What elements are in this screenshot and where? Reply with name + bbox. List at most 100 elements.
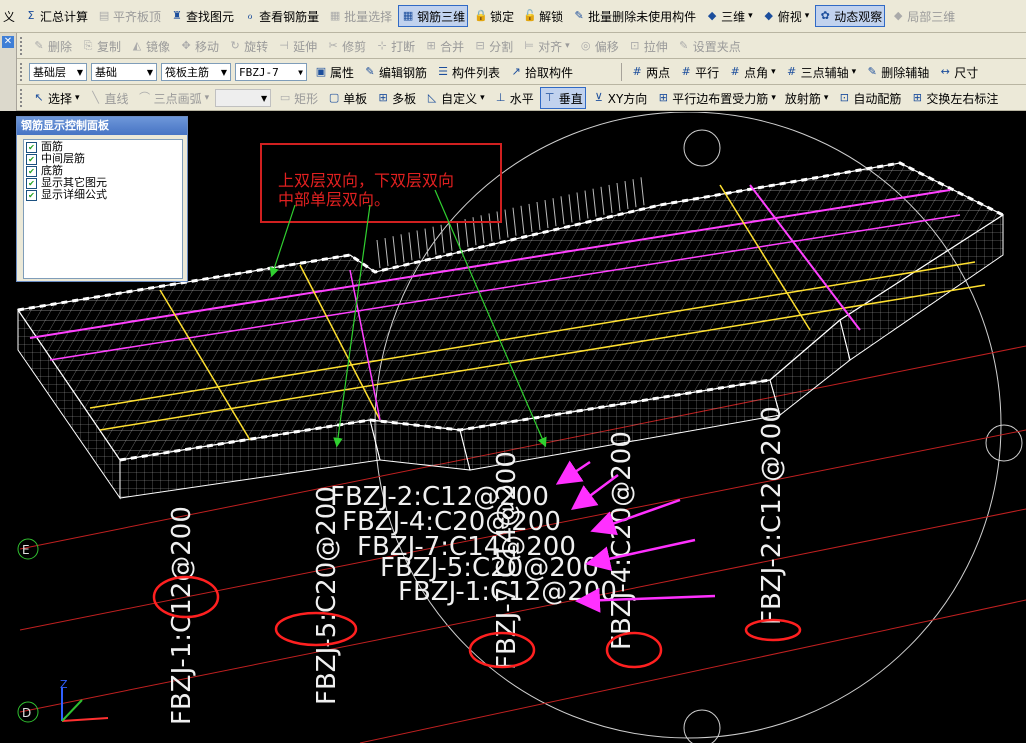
modify-button-3[interactable]: ✥ 移动: [176, 36, 222, 56]
modify-button-8[interactable]: ⊞ 合并: [421, 36, 467, 56]
main-button-12[interactable]: ✿ 动态观察: [815, 5, 886, 27]
modify-button-6[interactable]: ✂ 修剪: [323, 36, 369, 56]
draw-button-8[interactable]: ⊤ 垂直: [539, 87, 586, 109]
annotation-line-1: 上双层双向，下双层双向: [278, 171, 454, 190]
axis-button-2[interactable]: # 点角 ▾: [725, 62, 779, 82]
checkbox[interactable]: ✔: [26, 141, 37, 153]
main-button-3-icon: ♜: [172, 9, 182, 22]
main-button-2[interactable]: ▤ 平齐板顶: [94, 6, 164, 26]
floor-select[interactable]: 基础层 ▼: [29, 63, 87, 81]
main-button-3-label: 查找图元: [186, 9, 235, 24]
arc-mode-select[interactable]: ▼: [215, 89, 272, 107]
axis-button-4-icon: ✎: [867, 65, 877, 78]
draw-button-1[interactable]: ╲ 直线: [86, 88, 132, 108]
main-button-0[interactable]: 义: [0, 6, 18, 26]
draw-button-3[interactable]: ▭ 矩形: [275, 88, 321, 108]
toolbar-grip[interactable]: [20, 63, 25, 81]
main-button-4[interactable]: ℴ 查看钢筋量: [240, 6, 322, 26]
main-button-4-icon: ℴ: [247, 9, 253, 22]
draw-button-8-icon: ⊤: [544, 91, 555, 104]
main-button-13-label: 局部三维: [907, 9, 956, 24]
toolbar-grip[interactable]: [20, 89, 25, 107]
draw-button-2[interactable]: ⌒ 三点画弧 ▾: [135, 88, 213, 108]
draw-button-12[interactable]: ⊡ 自动配筋: [834, 88, 904, 108]
chevron-down-icon: ▾: [851, 67, 857, 77]
draw-button-11[interactable]: 放射筋 ▾: [782, 88, 832, 108]
axis-button-0-icon: #: [632, 65, 642, 78]
main-toolbar-row: 义 Σ 汇总计算 ▤ 平齐板顶 ♜ 查找图元 ℴ 查看钢筋量 ▦ 批量选择 ▦ 钢筋三维 🔒 锁定 🔓 解锁 ✎ 批…: [0, 5, 961, 27]
toolbar-grip[interactable]: [20, 37, 25, 55]
modify-button-3-label: 移动: [195, 39, 220, 54]
modify-button-7[interactable]: ⊹ 打断: [372, 36, 418, 56]
panel-option-label: 显示详细公式: [41, 188, 107, 201]
element-toolbar-row: 基础层 ▼ 基础 ▼ 筏板主筋 ▼ FBZJ-7 ▼ ▣ 属性 ✎ 编辑钢筋 ☰ 构件列表 ↗ 拾取构…: [18, 62, 984, 82]
main-button-7[interactable]: 🔒 锁定: [471, 6, 517, 26]
axis-button-0[interactable]: # 两点: [627, 62, 673, 82]
chevron-down-icon: ▾: [748, 11, 753, 21]
modify-button-9[interactable]: ⊟ 分割: [470, 36, 516, 56]
type-select[interactable]: 筏板主筋 ▼: [161, 63, 231, 81]
axis-button-3-label: 三点辅轴: [800, 65, 849, 80]
draw-button-5[interactable]: ⊞ 多板: [373, 88, 419, 108]
draw-button-7[interactable]: ⊥ 水平: [491, 88, 537, 108]
draw-button-9[interactable]: ⊻ XY方向: [589, 88, 651, 108]
element-button-1[interactable]: ✎ 编辑钢筋: [360, 62, 430, 82]
main-button-6[interactable]: ▦ 钢筋三维: [398, 5, 469, 27]
draw-button-10-label: 平行边布置受力筋: [672, 91, 769, 106]
main-button-1[interactable]: Σ 汇总计算: [21, 6, 91, 26]
draw-button-0[interactable]: ↖ 选择 ▾: [29, 88, 83, 108]
modify-button-12[interactable]: ⊡ 拉伸: [625, 36, 671, 56]
modify-button-1-label: 复制: [97, 39, 122, 54]
main-button-10[interactable]: ◆ 三维 ▾: [702, 6, 756, 26]
checkbox[interactable]: ✔: [26, 153, 37, 165]
modify-button-13[interactable]: ✎ 设置夹点: [674, 36, 744, 56]
element-select[interactable]: FBZJ-7 ▼: [235, 63, 307, 81]
main-button-3[interactable]: ♜ 查找图元: [167, 6, 237, 26]
draw-button-10[interactable]: ⊞ 平行边布置受力筋 ▾: [653, 88, 779, 108]
axis-button-3[interactable]: # 三点辅轴 ▾: [782, 62, 860, 82]
category-select[interactable]: 基础 ▼: [91, 63, 157, 81]
element-button-3[interactable]: ↗ 拾取构件: [506, 62, 576, 82]
modify-button-11[interactable]: ◎ 偏移: [576, 36, 622, 56]
draw-button-13[interactable]: ⊞ 交换左右标注: [907, 88, 1001, 108]
panel-option-4[interactable]: ✔ 显示详细公式: [26, 189, 180, 201]
modify-button-2[interactable]: ◭ 镜像: [127, 36, 173, 56]
chevron-down-icon: ▼: [146, 67, 153, 77]
main-button-5[interactable]: ▦ 批量选择: [325, 6, 395, 26]
main-button-8-label: 解锁: [539, 9, 564, 24]
modify-button-10-icon: ⊨: [524, 39, 534, 52]
draw-button-8-label: 垂直: [558, 91, 583, 106]
checkbox[interactable]: ✔: [26, 189, 37, 201]
main-button-13[interactable]: ◆ 局部三维: [888, 6, 958, 26]
draw-button-1-icon: ╲: [92, 91, 99, 104]
draw-button-0-label: 选择: [48, 91, 73, 106]
element-button-0[interactable]: ▣ 属性: [311, 62, 357, 82]
modify-button-4[interactable]: ↻ 旋转: [225, 36, 271, 56]
modify-button-9-icon: ⊟: [475, 39, 485, 52]
rebar-label-vertical: FBZJ-2:C12@200: [757, 406, 787, 625]
draw-button-6[interactable]: ◺ 自定义 ▾: [422, 88, 488, 108]
element-toolbar-buttons: ▣ 属性 ✎ 编辑钢筋 ☰ 构件列表 ↗ 拾取构件: [311, 62, 579, 82]
main-button-11[interactable]: ◆ 俯视 ▾: [759, 6, 813, 26]
draw-button-4[interactable]: ▢ 单板: [324, 88, 370, 108]
axis-button-5[interactable]: ↔ 尺寸: [935, 62, 981, 82]
modify-button-1[interactable]: ⎘ 复制: [78, 36, 124, 56]
draw-button-4-label: 单板: [343, 91, 368, 106]
chevron-down-icon: ▼: [298, 67, 303, 77]
checkbox[interactable]: ✔: [26, 177, 37, 189]
axis-button-4[interactable]: ✎ 删除辅轴: [862, 62, 932, 82]
draw-button-6-icon: ◺: [427, 91, 437, 104]
modify-button-5[interactable]: ⊣ 延伸: [274, 36, 320, 56]
modify-button-6-icon: ✂: [328, 39, 338, 52]
modify-button-0[interactable]: ✎ 删除: [29, 36, 75, 56]
chevron-down-icon: ▾: [823, 93, 829, 103]
draw-button-10-icon: ⊞: [658, 91, 668, 104]
main-button-8[interactable]: 🔓 解锁: [520, 6, 566, 26]
axis-button-1[interactable]: # 平行: [676, 62, 722, 82]
chevron-down-icon: ▼: [220, 67, 227, 77]
main-button-9[interactable]: ✎ 批量删除未使用构件: [569, 6, 699, 26]
checkbox[interactable]: ✔: [26, 165, 37, 177]
close-icon[interactable]: ✕: [2, 36, 14, 48]
modify-button-10[interactable]: ⊨ 对齐 ▾: [519, 36, 573, 56]
element-button-2[interactable]: ☰ 构件列表: [433, 62, 503, 82]
